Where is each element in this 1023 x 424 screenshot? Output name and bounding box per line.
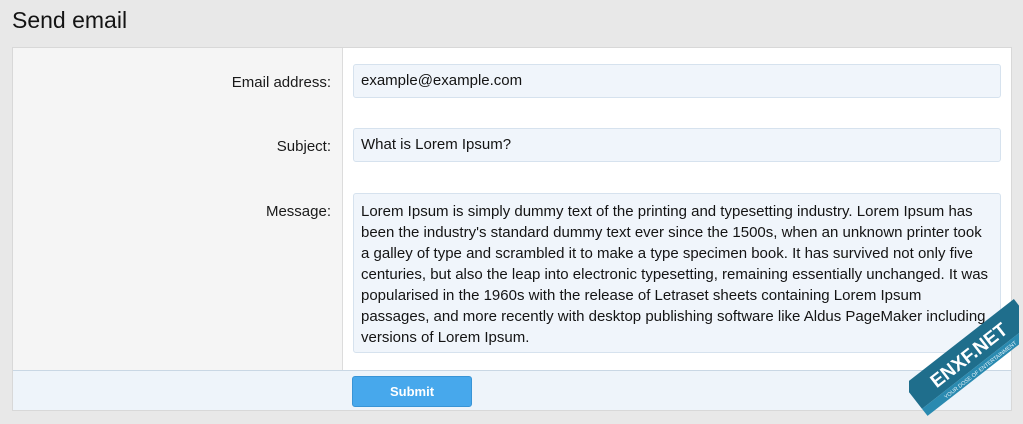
submit-button[interactable]: Submit [352,376,472,407]
watermark-logo: ENXF.NET YOUR DOSE OF ENTERTAINMENT [909,299,1019,416]
message-textarea[interactable]: Lorem Ipsum is simply dummy text of the … [353,193,1001,353]
message-label: Message: [265,203,331,220]
email-address-field[interactable]: example@example.com [353,64,1001,98]
send-email-form: Email address: example@example.com Subje… [12,47,1012,411]
subject-label: Subject: [276,138,331,155]
email-address-label: Email address: [231,74,331,91]
subject-field[interactable]: What is Lorem Ipsum? [353,128,1001,162]
page-title: Send email [12,7,128,33]
form-footer: Submit [13,370,1011,410]
